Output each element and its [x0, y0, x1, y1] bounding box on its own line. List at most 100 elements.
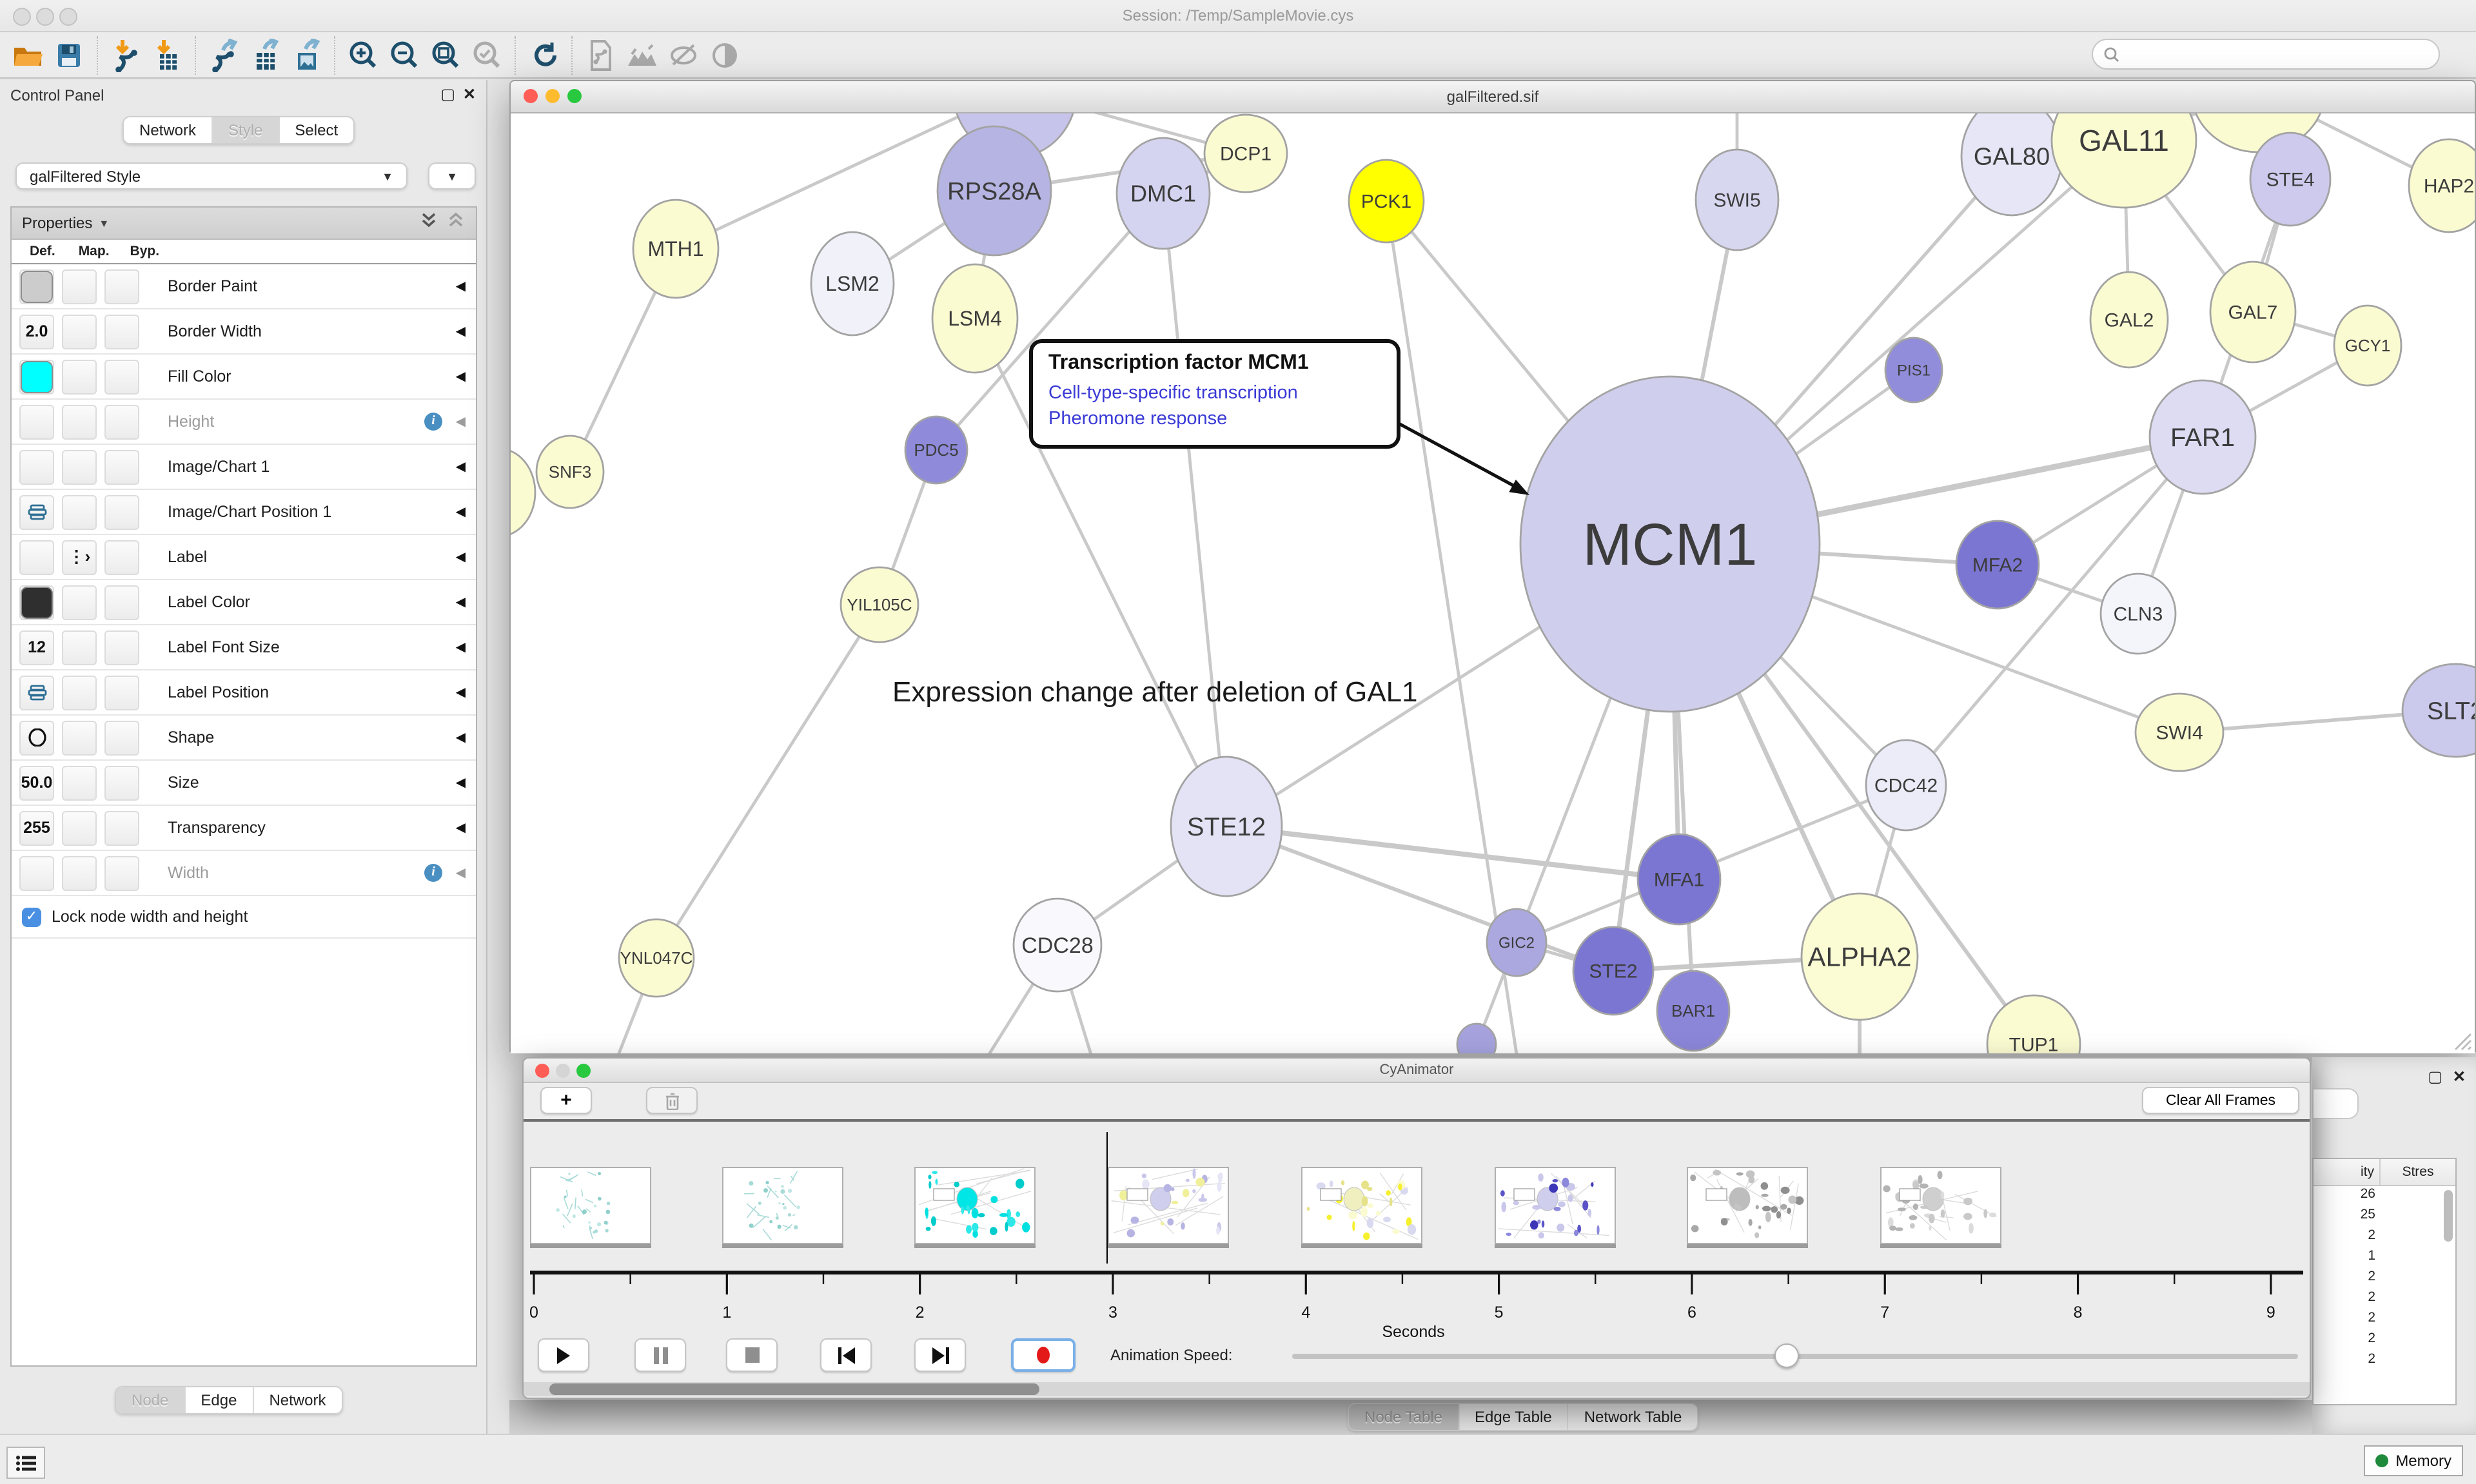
search-field[interactable] [2120, 44, 2409, 64]
network-node-MTH1[interactable]: MTH1 [633, 200, 718, 298]
search-network-icon[interactable] [622, 35, 663, 74]
show-details-icon[interactable] [704, 35, 745, 74]
frame-thumbnail-5[interactable] [1301, 1167, 1422, 1244]
network-node-LSM2[interactable]: LSM2 [811, 232, 894, 335]
network-node-MFA1[interactable]: MFA1 [1638, 834, 1720, 924]
collapse-all-icon[interactable] [446, 210, 466, 236]
network-node-HAP2[interactable]: HAP2 [2409, 139, 2475, 232]
zoom-in-icon[interactable] [343, 35, 384, 74]
expand-row-icon[interactable]: ◀ [456, 776, 466, 790]
cyanimator-scrollbar[interactable] [524, 1382, 2310, 1396]
expand-row-icon[interactable]: ◀ [456, 324, 466, 338]
import-network-icon[interactable] [106, 35, 147, 74]
default-value-cell[interactable] [19, 585, 54, 620]
tab-edge-table[interactable]: Edge Table [1459, 1404, 1569, 1430]
default-value-cell[interactable] [19, 855, 54, 890]
network-node-DMC1[interactable]: DMC1 [1117, 138, 1210, 249]
default-value-cell[interactable]: 12 [19, 630, 54, 665]
clone-network-icon[interactable] [580, 35, 622, 74]
frame-thumbnail-7[interactable] [1687, 1167, 1808, 1244]
timeline-playhead[interactable] [1106, 1132, 1108, 1264]
network-node-SLT2[interactable]: SLT2 [2402, 664, 2475, 757]
table-row[interactable]: 2 [2314, 1269, 2455, 1289]
bypass-cell[interactable] [104, 314, 139, 349]
tab-edge[interactable]: Edge [185, 1387, 253, 1413]
default-value-cell[interactable]: 2.0 [19, 314, 54, 349]
network-node-GIC2[interactable]: GIC2 [1487, 909, 1546, 976]
network-node-MFA2[interactable]: MFA2 [1956, 521, 2039, 609]
property-row-size[interactable]: 50.0Size◀ [12, 761, 476, 806]
memory-button[interactable]: Memory [2363, 1445, 2463, 1476]
play-button[interactable] [538, 1338, 589, 1372]
network-node-PDC5[interactable]: PDC5 [905, 416, 967, 483]
bypass-cell[interactable] [104, 359, 139, 394]
default-value-cell[interactable] [19, 404, 54, 439]
expand-row-icon[interactable]: ◀ [456, 505, 466, 519]
property-row-transparency[interactable]: 255Transparency◀ [12, 806, 476, 851]
info-icon[interactable]: i [424, 413, 442, 431]
float-panel-icon[interactable]: ▢ [2428, 1068, 2442, 1086]
network-node-PCK1[interactable]: PCK1 [1349, 160, 1424, 242]
clear-all-frames-button[interactable]: Clear All Frames [2142, 1087, 2299, 1114]
default-value-cell[interactable] [19, 675, 54, 710]
expand-row-icon[interactable]: ◀ [456, 595, 466, 609]
network-node-DCP1[interactable]: DCP1 [1204, 115, 1287, 192]
table-row[interactable]: 1 [2314, 1248, 2455, 1269]
network-node-mini[interactable] [1457, 1024, 1496, 1053]
property-row-width[interactable]: Widthi◀ [12, 851, 476, 896]
expand-row-icon[interactable]: ◀ [456, 730, 466, 745]
mapping-cell[interactable] [62, 404, 97, 439]
property-row-border-width[interactable]: 2.0Border Width◀ [12, 309, 476, 355]
table-row[interactable]: 2 [2314, 1289, 2455, 1310]
tab-select[interactable]: Select [279, 117, 353, 143]
bypass-cell[interactable] [104, 720, 139, 755]
open-folder-icon[interactable] [8, 35, 49, 74]
expand-row-icon[interactable]: ◀ [456, 415, 466, 429]
annotation-link[interactable]: Pheromone response [1048, 407, 1381, 433]
refresh-icon[interactable] [524, 35, 565, 74]
expand-row-icon[interactable]: ◀ [456, 866, 466, 880]
next-frame-button[interactable] [914, 1338, 966, 1372]
property-row-shape[interactable]: Shape◀ [12, 716, 476, 761]
properties-header[interactable]: Properties ▼ [12, 208, 476, 240]
style-options-button[interactable]: ▼ [428, 162, 476, 190]
tab-node-table[interactable]: Node Table [1349, 1404, 1459, 1430]
frame-thumbnail-4[interactable] [1108, 1167, 1229, 1244]
expand-row-icon[interactable]: ◀ [456, 550, 466, 564]
network-node-leftpartial[interactable] [511, 449, 535, 536]
maximize-window-icon[interactable] [576, 1064, 591, 1078]
zoom-fit-icon[interactable] [426, 35, 467, 74]
expand-row-icon[interactable]: ◀ [456, 821, 466, 835]
expand-row-icon[interactable]: ◀ [456, 640, 466, 654]
task-history-button[interactable] [6, 1447, 45, 1479]
property-row-image-chart-position-1[interactable]: Image/Chart Position 1◀ [12, 490, 476, 535]
bypass-cell[interactable] [104, 855, 139, 890]
bypass-cell[interactable] [104, 494, 139, 529]
default-value-cell[interactable] [19, 269, 54, 304]
bypass-cell[interactable] [104, 269, 139, 304]
expand-row-icon[interactable]: ◀ [456, 685, 466, 699]
network-node-STE2[interactable]: STE2 [1573, 927, 1653, 1015]
add-frame-button[interactable]: + [540, 1087, 592, 1114]
network-canvas[interactable]: MTH1LSM2LSM4RPS28ADMC1DCP1PCK1SNF3PDC5YI… [511, 113, 2475, 1053]
import-table-icon[interactable] [147, 35, 188, 74]
network-node-CDC42[interactable]: CDC42 [1866, 740, 1946, 830]
cyanimator-titlebar[interactable]: CyAnimator [524, 1059, 2310, 1083]
record-button[interactable] [1011, 1338, 1076, 1372]
mapping-cell[interactable] [62, 269, 97, 304]
scrollbar-thumb[interactable] [549, 1383, 1039, 1395]
mapping-cell[interactable] [62, 449, 97, 484]
expand-row-icon[interactable]: ◀ [456, 460, 466, 474]
bypass-cell[interactable] [104, 810, 139, 845]
network-node-MCM1[interactable]: MCM1 [1520, 376, 1820, 712]
tab-network[interactable]: Network [124, 117, 213, 143]
network-node-GAL7[interactable]: GAL7 [2210, 262, 2295, 362]
network-node-FAR1[interactable]: FAR1 [2150, 380, 2255, 494]
property-row-border-paint[interactable]: Border Paint◀ [12, 264, 476, 309]
table-row[interactable]: 2 [2314, 1227, 2455, 1248]
mapping-cell[interactable] [62, 630, 97, 665]
timeline-ruler[interactable]: 0123456789Seconds [524, 1266, 2311, 1338]
network-node-GCY1[interactable]: GCY1 [2334, 306, 2401, 386]
maximize-window-icon[interactable] [59, 8, 77, 26]
delete-frame-button[interactable] [646, 1087, 698, 1114]
